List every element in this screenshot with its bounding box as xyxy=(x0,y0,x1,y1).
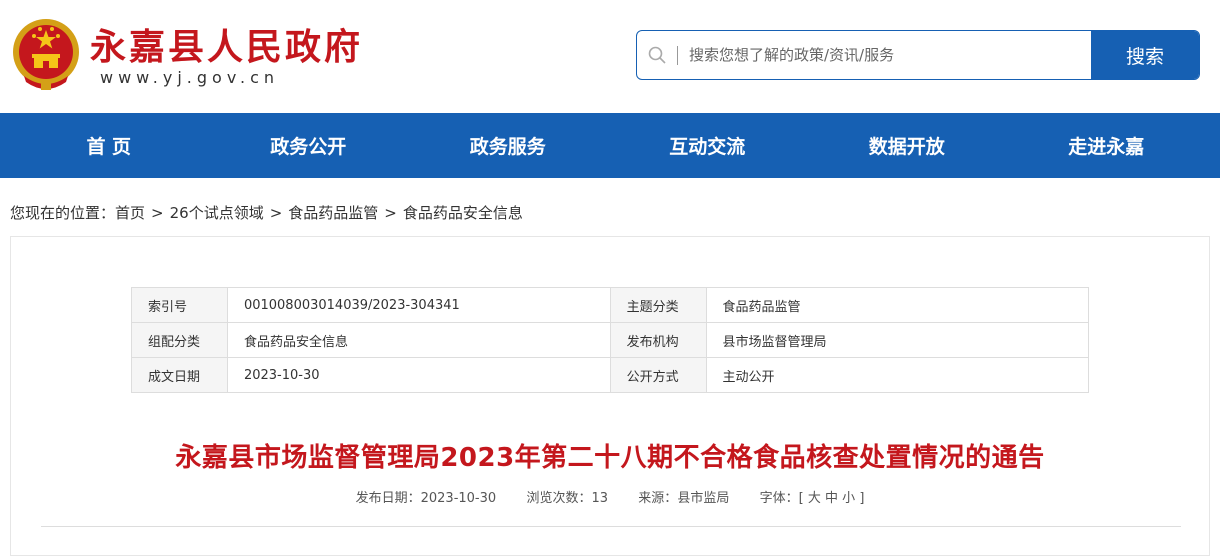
article-panel: 索引号 001008003014039/2023-304341 主题分类 食品药… xyxy=(10,236,1210,556)
nav-item-gov-services[interactable]: 政务服务 xyxy=(408,113,608,178)
meta-key-disclosure: 公开方式 xyxy=(609,357,707,393)
divider xyxy=(41,526,1181,527)
font-size-small-button[interactable]: 小 xyxy=(842,491,855,506)
meta-key-publisher: 发布机构 xyxy=(609,322,707,358)
breadcrumb-pilot-areas[interactable]: 26个试点领域 xyxy=(170,204,264,222)
document-meta-table: 索引号 001008003014039/2023-304341 主题分类 食品药… xyxy=(131,287,1090,393)
table-row: 索引号 001008003014039/2023-304341 主题分类 食品药… xyxy=(131,287,1090,323)
article-title: 永嘉县市场监督管理局2023年第二十八期不合格食品核查处置情况的通告 xyxy=(175,443,1045,473)
font-size-medium-button[interactable]: 中 xyxy=(825,491,838,506)
source-value: 县市监局 xyxy=(677,491,730,506)
source-label: 来源： xyxy=(638,491,678,506)
meta-value-category: 食品药品安全信息 xyxy=(226,322,611,358)
views-label: 浏览次数： xyxy=(526,491,592,506)
font-size-switcher: 字体：[ 大 中 小 ] xyxy=(760,491,865,506)
nav-item-open-data[interactable]: 数据开放 xyxy=(807,113,1007,178)
breadcrumb-separator: > xyxy=(384,204,397,222)
font-size-large-button[interactable]: 大 xyxy=(808,491,821,506)
font-size-open-bracket: [ xyxy=(798,491,804,506)
main-nav: 首 页 政务公开 政务服务 互动交流 数据开放 走进永嘉 xyxy=(0,113,1220,178)
font-size-label: 字体： xyxy=(759,491,799,506)
font-size-close-bracket: ] xyxy=(859,491,865,506)
search-input[interactable] xyxy=(689,32,1089,78)
publish-date-label: 发布日期： xyxy=(355,491,421,506)
nav-item-home[interactable]: 首 页 xyxy=(9,113,209,178)
publish-date: 2023-10-30 xyxy=(420,491,497,506)
meta-key-written-date: 成文日期 xyxy=(131,357,228,393)
views-count: 13 xyxy=(591,491,609,506)
national-emblem-icon[interactable] xyxy=(10,14,82,94)
meta-key-category: 组配分类 xyxy=(131,322,228,358)
site-domain: www.yj.gov.cn xyxy=(100,68,280,87)
meta-value-written-date: 2023-10-30 xyxy=(226,357,611,393)
search-divider xyxy=(677,46,678,65)
table-row: 组配分类 食品药品安全信息 发布机构 县市场监督管理局 xyxy=(131,322,1090,358)
site-title[interactable]: 永嘉县人民政府 xyxy=(90,18,363,70)
nav-item-interaction[interactable]: 互动交流 xyxy=(608,113,808,178)
table-row: 成文日期 2023-10-30 公开方式 主动公开 xyxy=(131,357,1090,393)
meta-key-topic: 主题分类 xyxy=(609,287,707,323)
meta-value-disclosure: 主动公开 xyxy=(705,357,1090,393)
meta-value-topic: 食品药品监管 xyxy=(705,287,1090,323)
meta-key-index-number: 索引号 xyxy=(131,287,228,323)
search-icon xyxy=(648,46,666,64)
breadcrumb: 您现在的位置：首页 >26个试点领域 > 食品药品监管 > 食品药品安全信息 xyxy=(10,202,523,223)
meta-value-index-number: 001008003014039/2023-304341 xyxy=(226,287,611,323)
site-header: 永嘉县人民政府 www.yj.gov.cn 搜索 xyxy=(0,0,1220,113)
breadcrumb-food-drug-safety-info[interactable]: 食品药品安全信息 xyxy=(403,204,523,222)
nav-item-about-yongjia[interactable]: 走进永嘉 xyxy=(1007,113,1207,178)
search-button[interactable]: 搜索 xyxy=(1091,31,1199,79)
breadcrumb-prefix: 您现在的位置： xyxy=(10,204,116,222)
meta-value-publisher: 县市场监督管理局 xyxy=(705,322,1090,358)
article-info: 发布日期：2023-10-30 浏览次数：13 来源：县市监局 字体：[ 大 中… xyxy=(11,487,1209,506)
nav-item-gov-affairs-open[interactable]: 政务公开 xyxy=(209,113,409,178)
breadcrumb-separator: > xyxy=(151,204,164,222)
breadcrumb-home[interactable]: 首页 xyxy=(115,204,145,222)
breadcrumb-separator: > xyxy=(269,204,283,222)
breadcrumb-food-drug-regulation[interactable]: 食品药品监管 xyxy=(288,204,378,222)
search-box: 搜索 xyxy=(636,30,1200,80)
